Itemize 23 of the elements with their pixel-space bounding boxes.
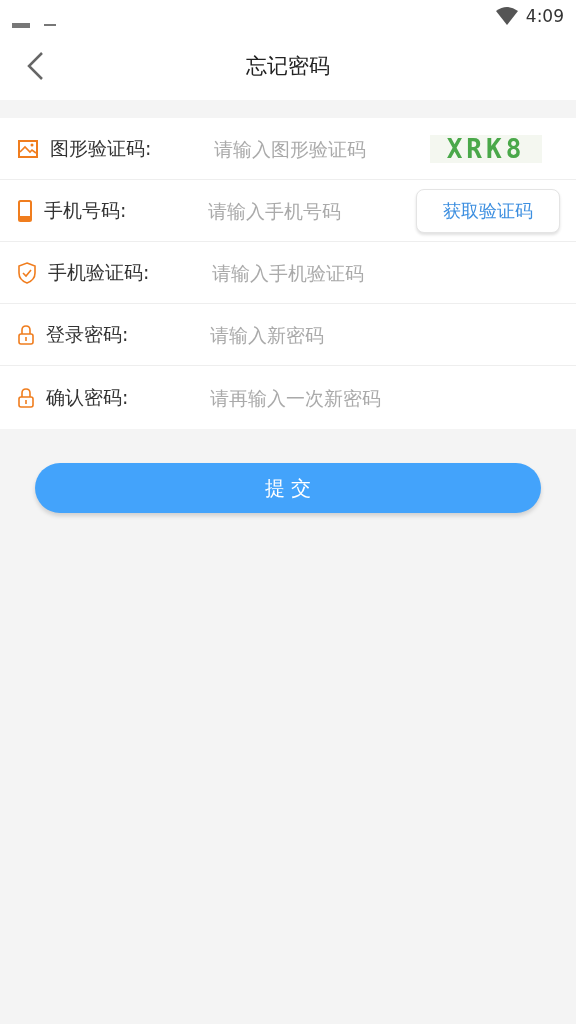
notification-icon: [12, 22, 30, 28]
submit-button[interactable]: 提 交: [35, 463, 541, 513]
field-label: 图形验证码:: [50, 135, 153, 161]
get-code-button[interactable]: 获取验证码: [416, 188, 560, 233]
input-field[interactable]: 请再输入一次新密码: [210, 386, 560, 409]
image-icon: [18, 139, 38, 158]
captcha-image[interactable]: XRK8: [430, 134, 542, 163]
lock-icon: [18, 387, 34, 408]
shield-icon: [18, 261, 36, 284]
field-label: 登录密码:: [46, 321, 130, 347]
page-title: 忘记密码: [246, 53, 330, 80]
input-field[interactable]: 请输入手机验证码: [212, 261, 560, 284]
input-field[interactable]: 请输入新密码: [210, 323, 560, 346]
phone-icon: [18, 199, 32, 222]
wifi-icon: [495, 7, 518, 25]
back-icon[interactable]: [26, 51, 44, 81]
field-label: 手机号码:: [44, 197, 128, 223]
lock-icon: [18, 324, 34, 345]
field-label: 确认密码:: [46, 384, 130, 410]
input-field[interactable]: 请输入图形验证码: [214, 137, 430, 160]
input-field[interactable]: 请输入手机号码: [208, 199, 416, 222]
status-time: 4:09: [525, 6, 564, 26]
field-label: 手机验证码:: [48, 259, 151, 285]
